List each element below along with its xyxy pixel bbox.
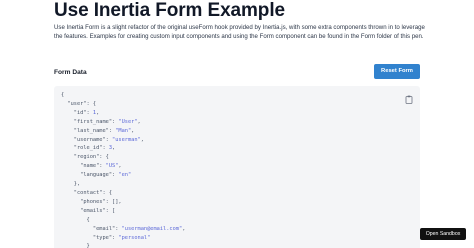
code-line: "name": "US",: [61, 162, 185, 171]
code-line: }: [61, 242, 185, 248]
json-code-block: { "user": { "id": 1, "first_name": "User…: [61, 91, 185, 248]
open-sandbox-button[interactable]: Open Sandbox: [420, 228, 466, 240]
code-line: "emails": [: [61, 207, 185, 216]
code-line: "id": 1,: [61, 109, 185, 118]
code-token: "contact": {: [61, 189, 113, 196]
code-line: "first_name": "User",: [61, 118, 185, 127]
code-string-value: "en": [118, 172, 132, 179]
code-line: "language": "en": [61, 171, 185, 180]
code-line: "contact": {: [61, 189, 185, 198]
code-line: "role_id": 3,: [61, 144, 185, 153]
code-token: "name":: [61, 163, 106, 170]
code-token: ,: [118, 163, 122, 170]
code-token: "language":: [61, 172, 119, 179]
code-token: ,: [182, 225, 186, 232]
code-token: "username":: [61, 136, 113, 143]
code-token: "last_name":: [61, 127, 116, 134]
code-token: ,: [131, 127, 135, 134]
form-data-title: Form Data: [54, 69, 87, 76]
code-token: }: [61, 243, 90, 248]
code-line: "user": {: [61, 100, 185, 109]
code-line: {: [61, 216, 185, 225]
page-title: Use Inertia Form Example: [54, 0, 285, 21]
code-line: "last_name": "Man",: [61, 127, 185, 136]
code-token: ,: [96, 109, 100, 116]
code-token: "type":: [61, 234, 119, 241]
code-token: "role_id":: [61, 145, 109, 152]
code-token: "user": {: [61, 100, 97, 107]
code-token: "phones": [],: [61, 198, 122, 205]
code-line: {: [61, 91, 185, 100]
code-token: ,: [137, 118, 141, 125]
code-string-value: "userman@email.com": [121, 225, 183, 232]
code-token: "emails": [: [61, 207, 116, 214]
code-line: "username": "userman",: [61, 136, 185, 145]
code-line: "email": "userman@email.com",: [61, 225, 186, 234]
code-token: ,: [140, 136, 144, 143]
code-token: {: [61, 92, 65, 98]
form-data-code-panel: { "user": { "id": 1, "first_name": "User…: [54, 86, 420, 248]
code-token: "id":: [61, 109, 93, 116]
clipboard-icon[interactable]: [405, 91, 413, 104]
form-data-header: Form Data Reset Form: [54, 64, 420, 80]
reset-form-button[interactable]: Reset Form: [374, 64, 420, 79]
code-token: },: [61, 181, 81, 188]
code-token: "first_name":: [61, 118, 119, 125]
code-string-value: "userman": [112, 136, 141, 143]
code-string-value: "US": [105, 163, 119, 170]
code-token: ,: [112, 145, 116, 152]
code-string-value: "personal": [118, 234, 151, 241]
intro-paragraph: Use Inertia Form is a slight refactor of…: [54, 24, 425, 41]
code-line: "type": "personal": [61, 234, 185, 243]
code-string-value: "User": [118, 118, 138, 125]
code-token: "email":: [61, 225, 122, 232]
code-line: "phones": [],: [61, 198, 185, 207]
code-line: "region": {: [61, 153, 185, 162]
code-token: {: [61, 216, 90, 223]
code-line: },: [61, 180, 185, 189]
code-string-value: "Man": [115, 127, 132, 134]
code-token: "region": {: [61, 154, 109, 161]
